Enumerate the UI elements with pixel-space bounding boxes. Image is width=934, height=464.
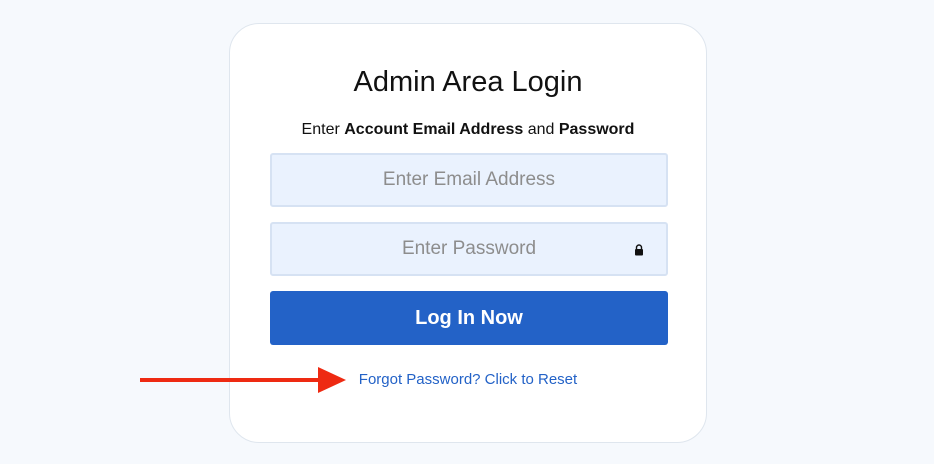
email-field[interactable] bbox=[272, 155, 666, 205]
login-instructions: Enter Account Email Address and Password bbox=[230, 120, 706, 140]
page-title: Admin Area Login bbox=[353, 66, 583, 98]
instructions-email-emphasis: Account Email Address bbox=[344, 121, 524, 138]
red-arrow-icon bbox=[140, 367, 346, 393]
instructions-prefix: Enter bbox=[301, 121, 345, 138]
log-in-button[interactable]: Log In Now bbox=[270, 291, 668, 345]
instructions-middle: and bbox=[523, 121, 559, 138]
lock-icon bbox=[635, 244, 643, 256]
email-field-container bbox=[270, 153, 668, 207]
password-field[interactable] bbox=[272, 224, 666, 274]
instructions-password-emphasis: Password bbox=[558, 121, 635, 138]
password-field-container bbox=[270, 222, 668, 276]
